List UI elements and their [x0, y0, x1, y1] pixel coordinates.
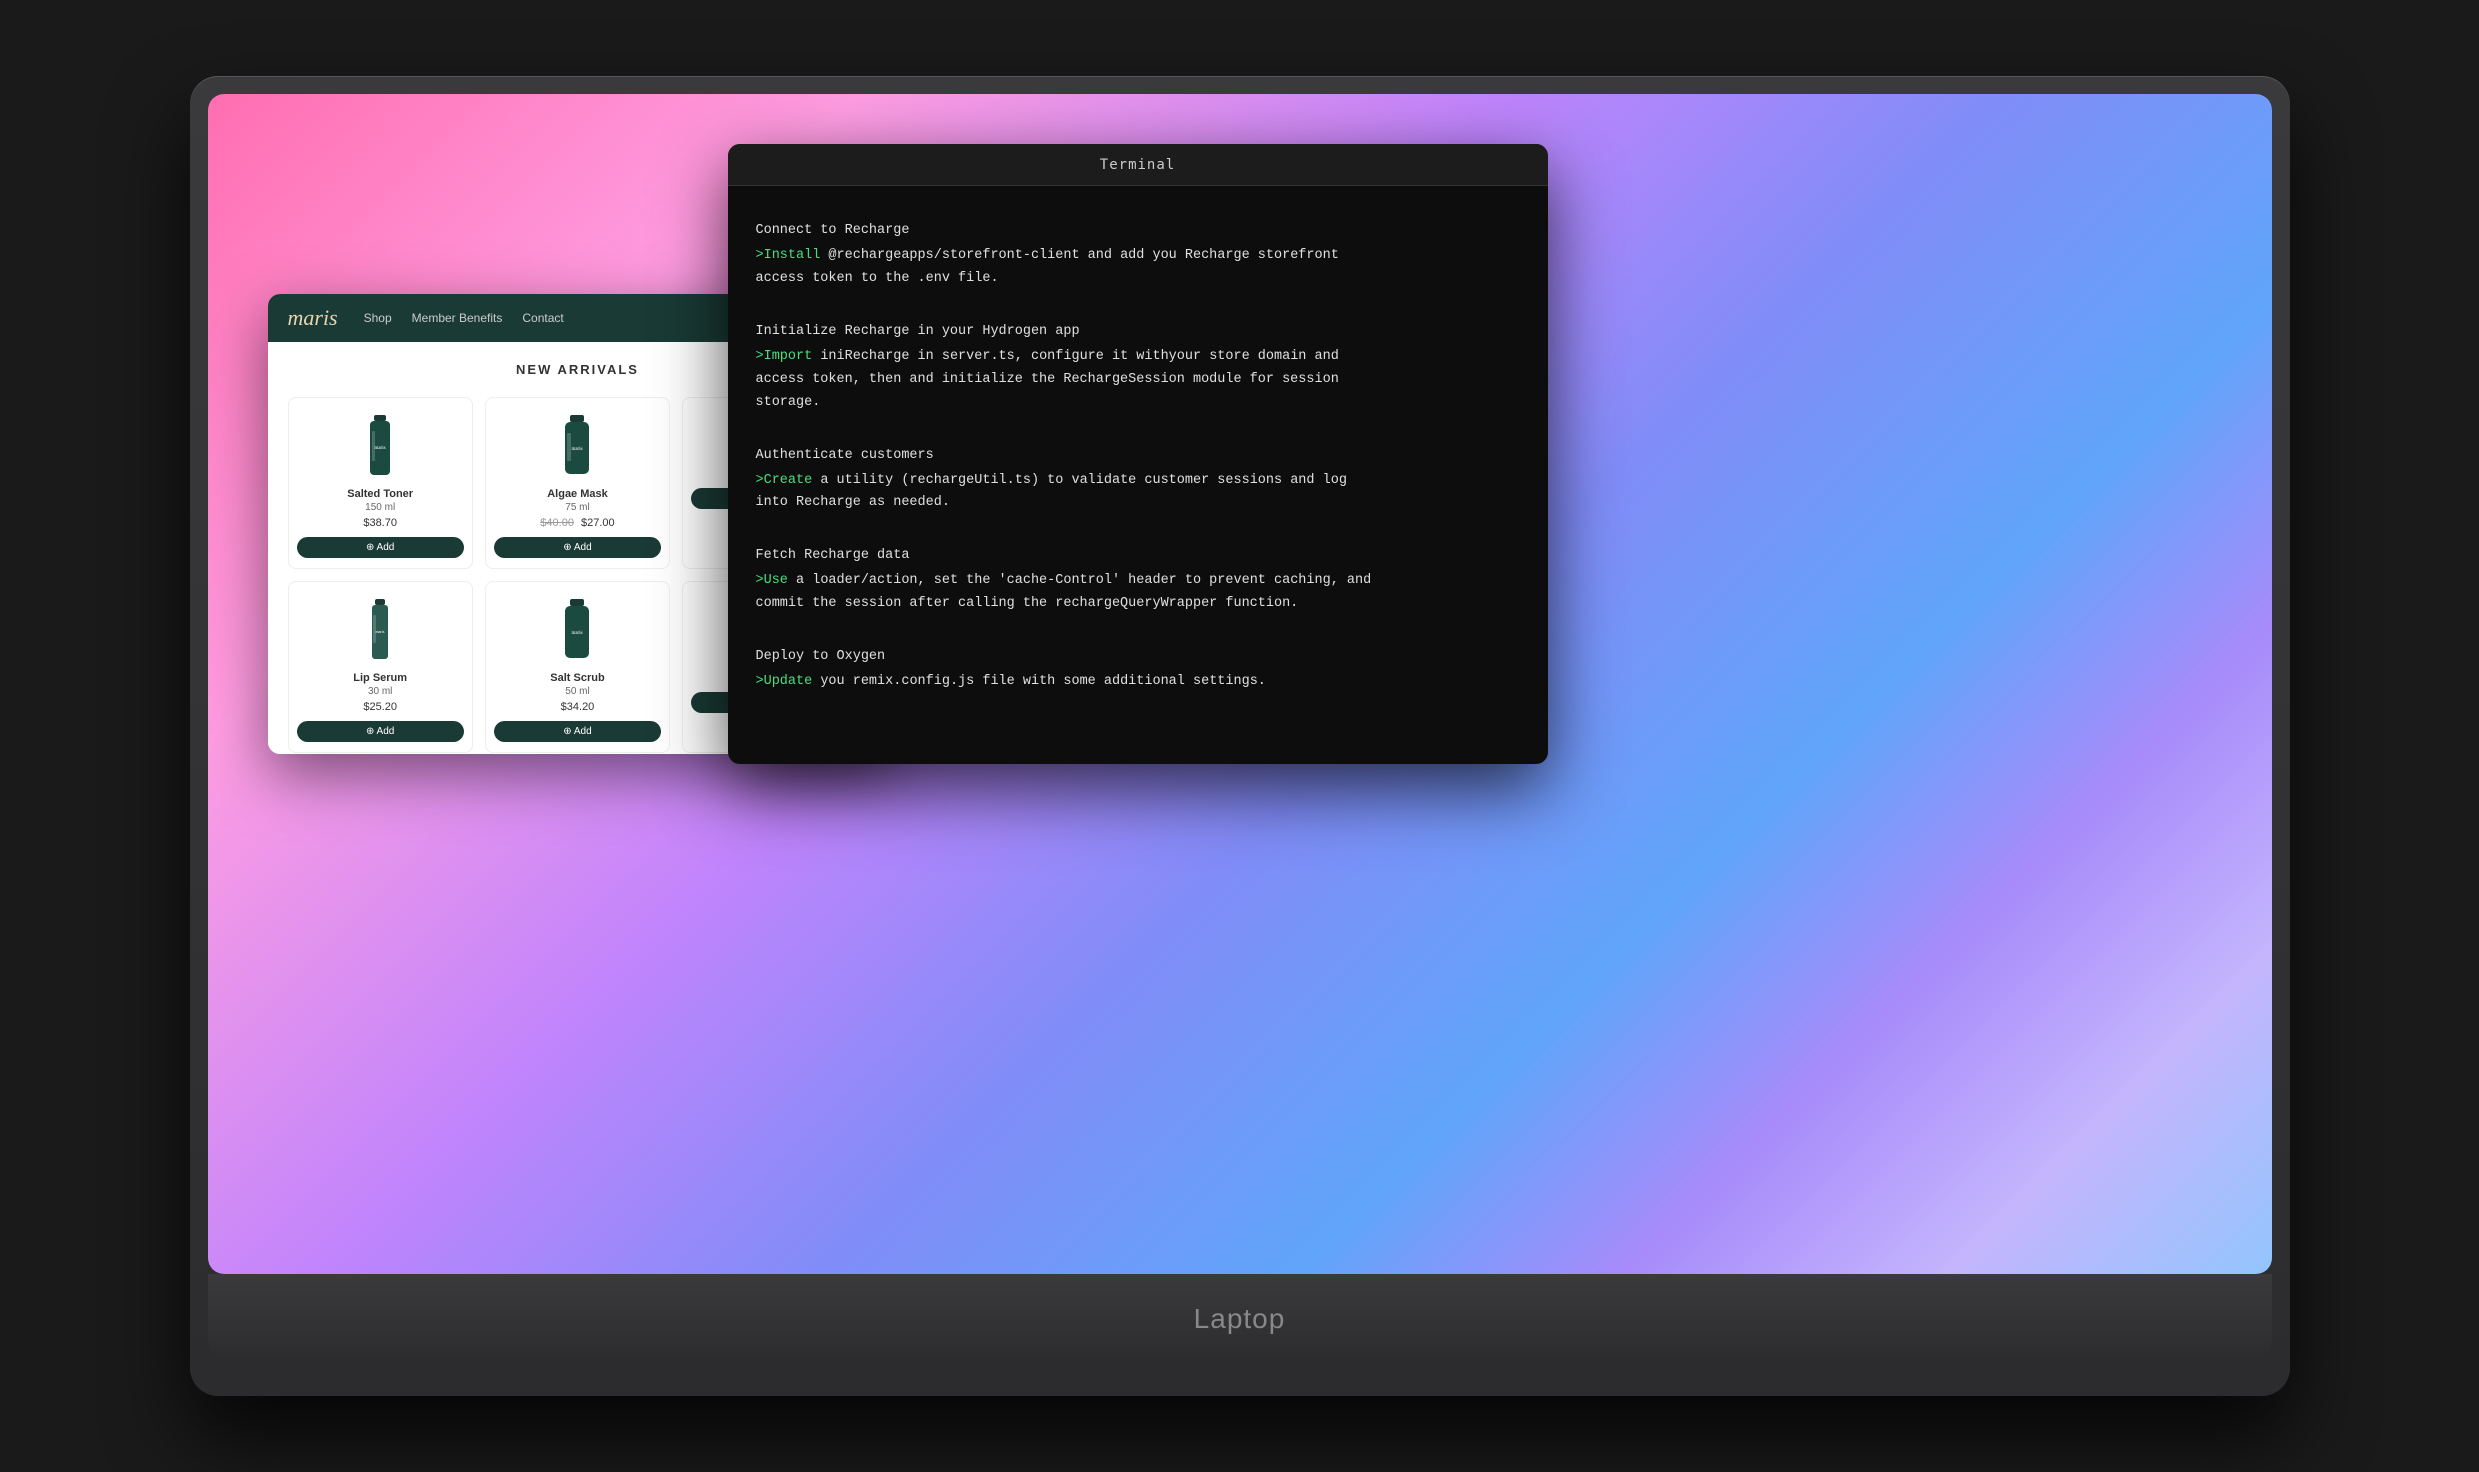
product-size: 30 ml — [297, 686, 464, 697]
terminal-line: >Use a loader/action, set the 'cache-Con… — [756, 570, 1520, 616]
terminal-window: Terminal Connect to Recharge >Install @r… — [728, 144, 1548, 764]
terminal-body[interactable]: Connect to Recharge >Install @rechargeap… — [728, 186, 1548, 730]
terminal-text: a utility (rechargeUtil.ts) to validate … — [756, 473, 1347, 511]
terminal-titlebar: Terminal — [728, 144, 1548, 186]
original-price: $40.00 — [540, 517, 574, 529]
product-name: Salted Toner — [297, 488, 464, 500]
svg-text:maris: maris — [375, 446, 386, 451]
terminal-section-authenticate: Authenticate customers >Create a utility… — [756, 445, 1520, 516]
keyword-update: >Update — [756, 674, 813, 689]
section-heading: Connect to Recharge — [756, 220, 1520, 243]
nav-member-benefits[interactable]: Member Benefits — [412, 311, 503, 325]
terminal-section-fetch: Fetch Recharge data >Use a loader/action… — [756, 545, 1520, 616]
laptop-body: maris Shop Member Benefits Contact NEW A… — [190, 76, 2290, 1396]
keyword-use: >Use — [756, 573, 788, 588]
terminal-line: >Update you remix.config.js file with so… — [756, 671, 1520, 694]
laptop-label: Laptop — [1194, 1303, 1286, 1335]
nav-shop[interactable]: Shop — [364, 311, 392, 325]
section-heading: Authenticate customers — [756, 445, 1520, 468]
laptop-screen: maris Shop Member Benefits Contact NEW A… — [208, 94, 2272, 1274]
section-heading: Deploy to Oxygen — [756, 646, 1520, 669]
keyword-create: >Create — [756, 473, 813, 488]
terminal-line: >Create a utility (rechargeUtil.ts) to v… — [756, 470, 1520, 516]
site-logo: maris — [288, 305, 338, 331]
product-image: maris — [355, 410, 405, 480]
svg-text:maris: maris — [572, 631, 583, 636]
terminal-section-initialize: Initialize Recharge in your Hydrogen app… — [756, 321, 1520, 415]
product-card: maris Salt Scrub 50 ml $34.20 ⊕ Add — [485, 581, 670, 753]
product-price: $34.20 — [494, 701, 661, 713]
add-to-cart-button[interactable]: ⊕ Add — [297, 721, 464, 742]
product-image: maris — [552, 410, 602, 480]
laptop-base: Laptop — [208, 1274, 2272, 1364]
product-image: maris — [355, 594, 405, 664]
terminal-text: you remix.config.js file with some addit… — [820, 674, 1266, 689]
terminal-section-connect: Connect to Recharge >Install @rechargeap… — [756, 220, 1520, 291]
terminal-section-deploy: Deploy to Oxygen >Update you remix.confi… — [756, 646, 1520, 694]
product-name: Salt Scrub — [494, 672, 661, 684]
product-name: Algae Mask — [494, 488, 661, 500]
add-to-cart-button[interactable]: ⊕ Add — [494, 721, 661, 742]
terminal-text: iniRecharge in server.ts, configure it w… — [756, 349, 1339, 410]
section-heading: Initialize Recharge in your Hydrogen app — [756, 321, 1520, 344]
nav-links: Shop Member Benefits Contact — [364, 311, 564, 325]
section-heading: Fetch Recharge data — [756, 545, 1520, 568]
terminal-line: >Import iniRecharge in server.ts, config… — [756, 346, 1520, 415]
product-card: maris Algae Mask 75 ml $40.00 $27.00 ⊕ A… — [485, 397, 670, 569]
svg-text:maris: maris — [572, 447, 583, 452]
screen-bezel: maris Shop Member Benefits Contact NEW A… — [208, 94, 2272, 1274]
keyword-import: >Import — [756, 349, 813, 364]
product-size: 75 ml — [494, 502, 661, 513]
terminal-line: >Install @rechargeapps/storefront-client… — [756, 245, 1520, 291]
keyword-install: >Install — [756, 248, 821, 263]
svg-text:maris: maris — [376, 629, 385, 634]
product-card: maris Lip Serum 30 ml $25.20 ⊕ Add — [288, 581, 473, 753]
product-image: maris — [552, 594, 602, 664]
terminal-title: Terminal — [1100, 157, 1175, 173]
laptop-container: maris Shop Member Benefits Contact NEW A… — [140, 36, 2340, 1436]
product-size: 50 ml — [494, 686, 661, 697]
terminal-text: @rechargeapps/storefront-client and add … — [756, 248, 1339, 286]
add-to-cart-button[interactable]: ⊕ Add — [494, 537, 661, 558]
product-price: $38.70 — [297, 517, 464, 529]
product-price: $40.00 $27.00 — [494, 517, 661, 529]
nav-contact[interactable]: Contact — [522, 311, 563, 325]
product-size: 150 ml — [297, 502, 464, 513]
terminal-text: a loader/action, set the 'cache-Control'… — [756, 573, 1372, 611]
product-card: maris Salted Toner 150 ml $38.70 ⊕ Add — [288, 397, 473, 569]
product-name: Lip Serum — [297, 672, 464, 684]
add-to-cart-button[interactable]: ⊕ Add — [297, 537, 464, 558]
product-price: $25.20 — [297, 701, 464, 713]
